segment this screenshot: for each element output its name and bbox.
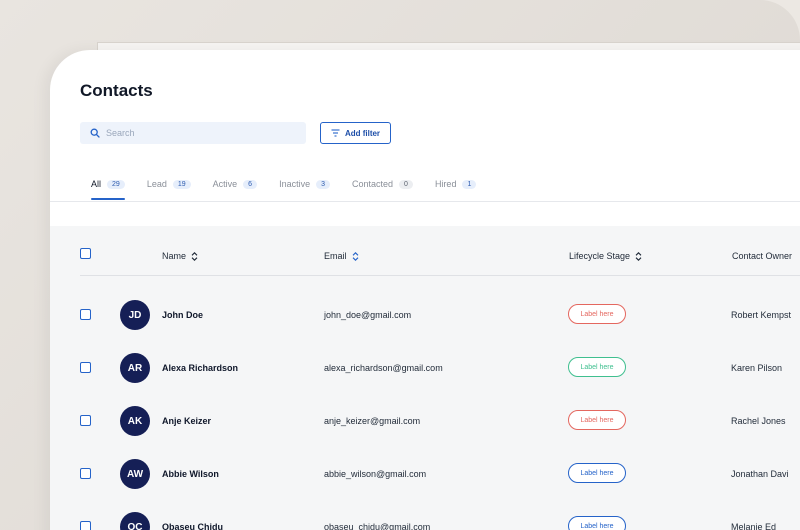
tab-count: 1 xyxy=(462,179,477,189)
avatar: AK xyxy=(120,406,150,436)
contact-email: anje_keizer@gmail.com xyxy=(324,416,421,426)
tab-lead[interactable]: Lead 19 xyxy=(147,177,191,191)
tab-label: Contacted xyxy=(352,179,394,189)
search-icon xyxy=(90,128,100,138)
table-row[interactable]: AW Abbie Wilson abbie_wilson@gmail.com L… xyxy=(50,447,800,500)
tab-count: 19 xyxy=(172,179,191,189)
tab-label: Hired xyxy=(434,179,457,189)
search-input[interactable] xyxy=(106,128,296,138)
table-row[interactable]: AR Alexa Richardson alexa_richardson@gma… xyxy=(50,341,800,394)
lifecycle-label[interactable]: Label here xyxy=(568,410,626,430)
column-contact-owner[interactable]: Contact Owner xyxy=(732,251,800,261)
column-email[interactable]: Email xyxy=(324,251,359,261)
contact-name[interactable]: John Doe xyxy=(162,310,203,320)
tab-label: Lead xyxy=(146,179,167,189)
contact-owner: Karen Pilson xyxy=(731,363,783,373)
tab-label: Active xyxy=(212,179,238,189)
contact-owner: Rachel Jones xyxy=(731,416,786,426)
add-filter-label: Add filter xyxy=(344,128,381,138)
tab-active[interactable]: Active 6 xyxy=(212,177,258,191)
lifecycle-label[interactable]: Label here xyxy=(568,463,626,483)
tab-count: 3 xyxy=(316,179,330,189)
tab-count: 0 xyxy=(399,179,413,189)
row-checkbox[interactable] xyxy=(80,415,91,426)
column-label: Email xyxy=(324,251,347,261)
tab-all[interactable]: All 29 xyxy=(91,177,125,200)
contact-owner: Melanie Ed xyxy=(731,522,777,530)
lifecycle-label[interactable]: Label here xyxy=(568,357,626,377)
lifecycle-label[interactable]: Label here xyxy=(568,516,626,530)
tab-inactive[interactable]: Inactive 3 xyxy=(279,177,330,191)
column-label: Lifecycle Stage xyxy=(569,251,631,261)
contact-email: abbie_wilson@gmail.com xyxy=(324,469,427,479)
row-checkbox[interactable] xyxy=(80,468,91,479)
contact-owner: Jonathan Davi xyxy=(731,469,789,479)
tab-label: Inactive xyxy=(279,179,311,189)
page-title: Contacts xyxy=(80,81,153,100)
search-box[interactable] xyxy=(80,122,306,144)
contact-name[interactable]: Alexa Richardson xyxy=(162,363,238,373)
lifecycle-label[interactable]: Label here xyxy=(568,304,626,324)
tab-contacted[interactable]: Contacted 0 xyxy=(352,177,413,191)
table-row[interactable]: OC Obaseu Chidu obaseu_chidu@gmail.com L… xyxy=(50,500,800,530)
avatar: AR xyxy=(120,353,150,383)
column-name[interactable]: Name xyxy=(162,251,198,261)
avatar: AW xyxy=(120,459,150,489)
filter-icon xyxy=(331,129,340,137)
contact-name[interactable]: Anje Keizer xyxy=(162,416,211,426)
contact-name[interactable]: Obaseu Chidu xyxy=(162,522,223,530)
tab-label: All xyxy=(91,179,102,189)
row-checkbox[interactable] xyxy=(80,521,91,530)
contact-owner: Robert Kempst xyxy=(731,310,792,320)
row-checkbox[interactable] xyxy=(80,309,91,320)
add-filter-button[interactable]: Add filter xyxy=(320,122,391,144)
avatar: JD xyxy=(120,300,150,330)
sort-icon[interactable] xyxy=(635,251,642,261)
column-label: Contact Owner xyxy=(732,251,793,261)
select-all-checkbox[interactable] xyxy=(80,248,91,259)
tab-hired[interactable]: Hired 1 xyxy=(434,177,477,191)
tabs-divider xyxy=(50,201,550,202)
row-checkbox[interactable] xyxy=(80,362,91,373)
tabs-divider xyxy=(550,201,800,202)
table-row[interactable]: JD John Doe john_doe@gmail.com Label her… xyxy=(50,288,800,341)
sort-icon[interactable] xyxy=(352,251,359,261)
column-label: Name xyxy=(162,251,187,261)
table-row[interactable]: AK Anje Keizer anje_keizer@gmail.com Lab… xyxy=(50,394,800,447)
contact-email: alexa_richardson@gmail.com xyxy=(324,363,443,373)
avatar: OC xyxy=(120,512,150,530)
tab-count: 6 xyxy=(243,179,258,189)
sort-icon[interactable] xyxy=(191,251,198,261)
column-lifecycle-stage[interactable]: Lifecycle Stage xyxy=(569,251,642,261)
contact-name[interactable]: Abbie Wilson xyxy=(162,469,219,479)
tab-count: 29 xyxy=(107,179,125,189)
contact-email: obaseu_chidu@gmail.com xyxy=(324,522,431,530)
contacts-table: Name Email Lifecycle Stage Contact Owner xyxy=(50,226,800,530)
status-tabs: All 29 Lead 19 Active 6 Inactive 3 Conta… xyxy=(91,177,477,200)
contacts-window: Contacts Add filter All 29 Lead 19 Activ… xyxy=(50,50,800,530)
contact-email: john_doe@gmail.com xyxy=(324,310,412,320)
table-header: Name Email Lifecycle Stage Contact Owner xyxy=(80,226,800,276)
